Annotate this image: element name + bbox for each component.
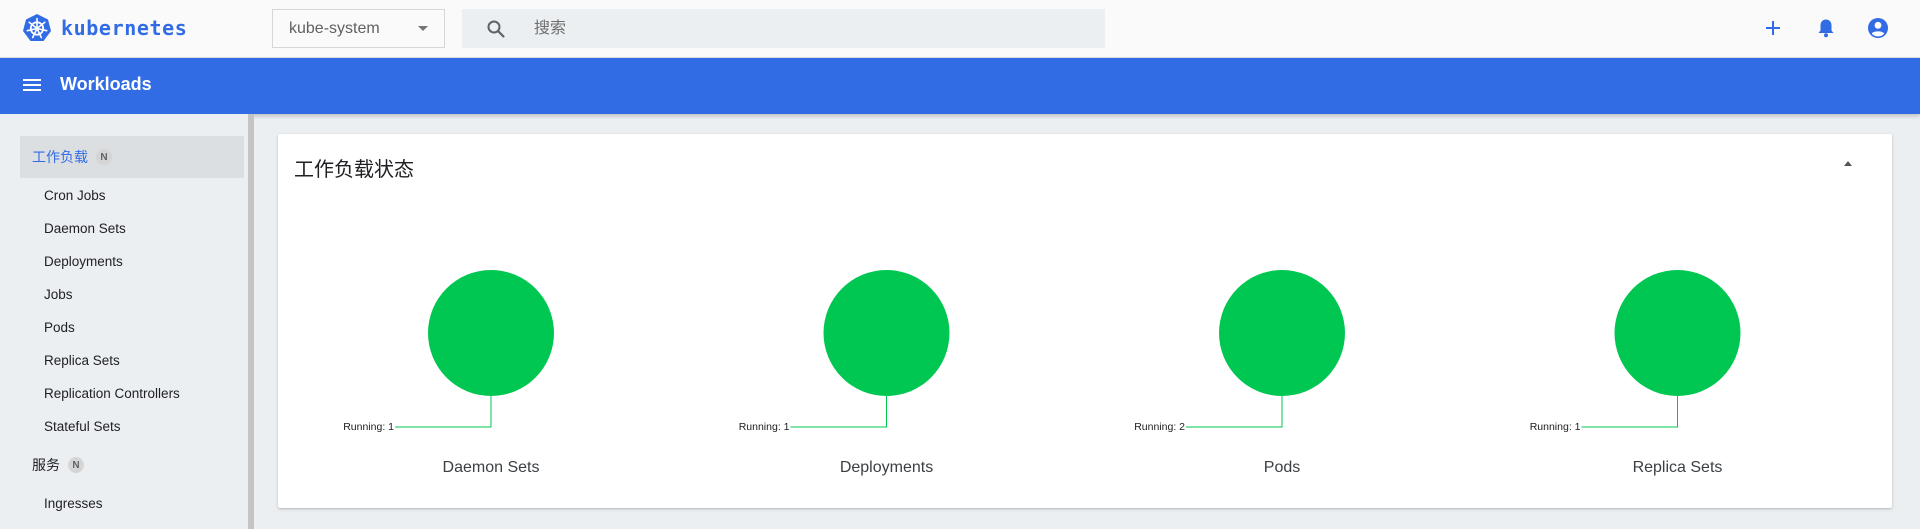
workload-status-charts: Running: 1 Daemon Sets Running: 1 Deploymen… bbox=[343, 270, 1741, 476]
sidebar-item-replica-sets[interactable]: Replica Sets bbox=[44, 347, 120, 373]
caret-down-icon bbox=[418, 26, 428, 31]
search-icon bbox=[487, 20, 505, 38]
sidebar-item-deployments[interactable]: Deployments bbox=[44, 248, 123, 274]
kubernetes-logo-icon bbox=[23, 14, 51, 41]
deployments-leader-line bbox=[790, 396, 887, 428]
sidebar-item-cron-jobs[interactable]: Cron Jobs bbox=[44, 182, 106, 208]
deployments-pie-slice-running bbox=[823, 270, 950, 396]
account-button[interactable] bbox=[1865, 15, 1891, 41]
sidebar-section-workloads[interactable]: 工作负载 N bbox=[20, 136, 244, 178]
notifications-button[interactable] bbox=[1813, 15, 1839, 41]
replica-sets-leader-line bbox=[1581, 396, 1678, 428]
sidebar-section-services[interactable]: 服务 N bbox=[20, 444, 244, 486]
replica-sets-slice-label: Running: 1 bbox=[1530, 421, 1581, 433]
sidebar-section-label: 工作负载 bbox=[32, 149, 88, 165]
deployments-chart-title: Deployments bbox=[840, 459, 933, 476]
namespaced-badge: N bbox=[96, 149, 112, 165]
sidebar-item-ingresses[interactable]: Ingresses bbox=[44, 490, 103, 516]
daemon-sets-slice-label: Running: 1 bbox=[343, 421, 394, 433]
sidebar-item-jobs[interactable]: Jobs bbox=[44, 281, 73, 307]
replica-sets-pie-slice-running bbox=[1614, 270, 1741, 396]
sidebar-item-daemon-sets[interactable]: Daemon Sets bbox=[44, 215, 126, 241]
workload-status-card: 工作负载状态 Running: 1 Daemon Sets Running: 1 De… bbox=[278, 134, 1892, 508]
daemon-sets-chart-title: Daemon Sets bbox=[443, 459, 540, 476]
pods-leader-line bbox=[1186, 396, 1283, 428]
bell-icon bbox=[1818, 19, 1834, 38]
daemon-sets-pie-slice-running bbox=[428, 270, 554, 396]
page-title: Workloads bbox=[60, 74, 152, 94]
account-circle-icon bbox=[1868, 18, 1888, 38]
namespaced-badge: N bbox=[68, 457, 84, 473]
daemon-sets-leader-line bbox=[395, 396, 492, 428]
sidebar-item-stateful-sets[interactable]: Stateful Sets bbox=[44, 413, 121, 439]
plus-icon bbox=[1766, 21, 1780, 35]
pods-pie-slice-running bbox=[1219, 270, 1345, 396]
replica-sets-chart-title: Replica Sets bbox=[1633, 459, 1723, 476]
menu-icon[interactable] bbox=[22, 76, 42, 96]
create-button[interactable] bbox=[1760, 15, 1786, 41]
search-bar bbox=[462, 9, 1105, 48]
namespace-select[interactable]: kube-system bbox=[272, 9, 445, 48]
deployments-slice-label: Running: 1 bbox=[739, 421, 790, 433]
page-header: Workloads bbox=[0, 58, 1920, 114]
sidebar-section-label: 服务 bbox=[32, 457, 60, 473]
sidebar-item-replication-controllers[interactable]: Replication Controllers bbox=[44, 380, 180, 406]
sidebar: 工作负载 N Cron Jobs Daemon Sets Deployments… bbox=[0, 114, 248, 529]
top-toolbar: kubernetes kube-system bbox=[0, 0, 1920, 58]
pods-chart-title: Pods bbox=[1264, 459, 1300, 476]
brand-logo-link[interactable]: kubernetes bbox=[22, 12, 187, 44]
search-input[interactable] bbox=[534, 9, 1094, 48]
brand-name: kubernetes bbox=[61, 16, 188, 40]
pods-slice-label: Running: 2 bbox=[1134, 421, 1185, 433]
sidebar-scrollbar[interactable] bbox=[248, 114, 254, 529]
namespace-selected-value: kube-system bbox=[289, 19, 380, 37]
sidebar-item-pods[interactable]: Pods bbox=[44, 314, 75, 340]
